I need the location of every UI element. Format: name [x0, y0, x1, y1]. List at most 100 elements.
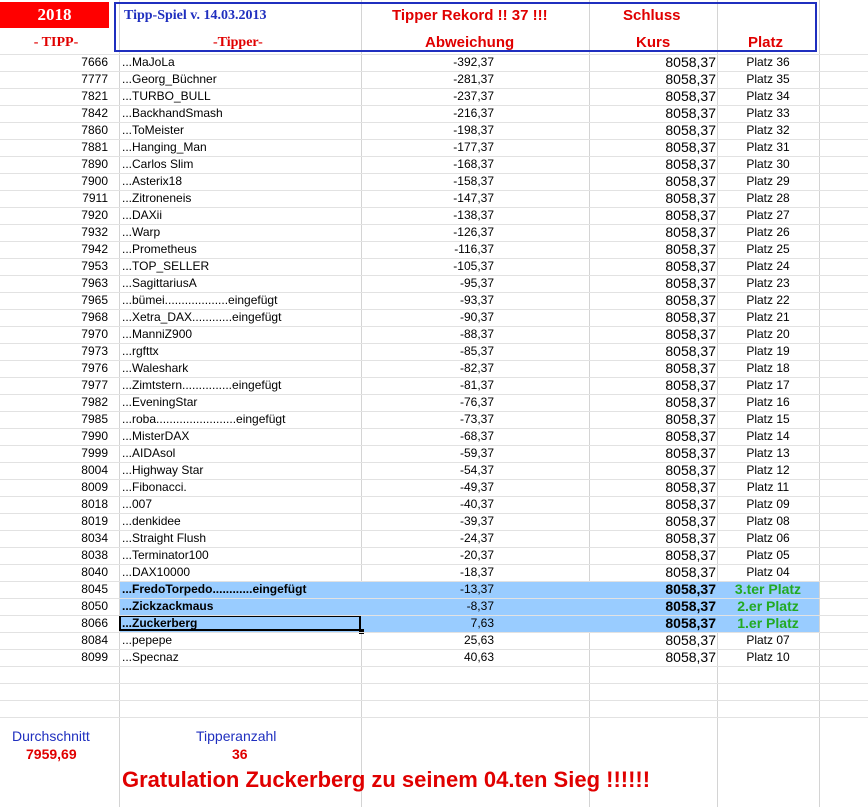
tipper-name-cell[interactable]: ...TOP_SELLER: [122, 258, 209, 275]
platz-cell[interactable]: Platz 31: [718, 139, 818, 156]
tipp-cell[interactable]: 7842: [0, 105, 108, 122]
kurs-cell[interactable]: 8058,37: [590, 377, 716, 394]
tipp-cell[interactable]: 8066: [0, 615, 108, 632]
kurs-cell[interactable]: 8058,37: [590, 394, 716, 411]
sheet-title[interactable]: Tipp-Spiel v. 14.03.2013: [124, 8, 267, 24]
platz-cell[interactable]: Platz 29: [718, 173, 818, 190]
tipper-name-cell[interactable]: ...007: [122, 496, 152, 513]
abweichung-cell[interactable]: -8,37: [362, 598, 494, 615]
tipper-name-cell[interactable]: ...Straight Flush: [122, 530, 206, 547]
kurs-cell[interactable]: 8058,37: [590, 173, 716, 190]
platz-cell[interactable]: Platz 16: [718, 394, 818, 411]
tipp-cell[interactable]: 7777: [0, 71, 108, 88]
tipper-name-cell[interactable]: ...ToMeister: [122, 122, 184, 139]
abweichung-cell[interactable]: -54,37: [362, 462, 494, 479]
platz-cell[interactable]: Platz 06: [718, 530, 818, 547]
tipp-cell[interactable]: 8084: [0, 632, 108, 649]
gratulation-message[interactable]: Gratulation Zuckerberg zu seinem 04.ten …: [122, 767, 650, 793]
tipp-cell[interactable]: 8050: [0, 598, 108, 615]
column-header-abweichung[interactable]: Abweichung: [425, 34, 514, 51]
tipper-name-cell[interactable]: ...SagittariusA: [122, 275, 197, 292]
abweichung-cell[interactable]: -49,37: [362, 479, 494, 496]
tipp-cell[interactable]: 8019: [0, 513, 108, 530]
abweichung-cell[interactable]: -18,37: [362, 564, 494, 581]
tipper-name-cell[interactable]: ...BackhandSmash: [122, 105, 223, 122]
platz-cell[interactable]: Platz 23: [718, 275, 818, 292]
abweichung-cell[interactable]: -40,37: [362, 496, 494, 513]
tipp-cell[interactable]: 8009: [0, 479, 108, 496]
abweichung-cell[interactable]: -85,37: [362, 343, 494, 360]
abweichung-cell[interactable]: -126,37: [362, 224, 494, 241]
kurs-cell[interactable]: 8058,37: [590, 122, 716, 139]
kurs-cell[interactable]: 8058,37: [590, 309, 716, 326]
platz-cell[interactable]: Platz 35: [718, 71, 818, 88]
abweichung-cell[interactable]: -105,37: [362, 258, 494, 275]
tipp-cell[interactable]: 7860: [0, 122, 108, 139]
kurs-cell[interactable]: 8058,37: [590, 496, 716, 513]
abweichung-cell[interactable]: -216,37: [362, 105, 494, 122]
tipp-cell[interactable]: 7900: [0, 173, 108, 190]
platz-cell[interactable]: Platz 30: [718, 156, 818, 173]
kurs-cell[interactable]: 8058,37: [590, 139, 716, 156]
tipp-cell[interactable]: 8038: [0, 547, 108, 564]
tipp-cell[interactable]: 7890: [0, 156, 108, 173]
abweichung-cell[interactable]: 25,63: [362, 632, 494, 649]
tipper-name-cell[interactable]: ...Specnaz: [122, 649, 179, 666]
abweichung-cell[interactable]: -138,37: [362, 207, 494, 224]
abweichung-cell[interactable]: -168,37: [362, 156, 494, 173]
kurs-cell[interactable]: 8058,37: [590, 428, 716, 445]
tipp-cell[interactable]: 7973: [0, 343, 108, 360]
kurs-cell[interactable]: 8058,37: [590, 343, 716, 360]
tipper-name-cell[interactable]: ...Zitroneneis: [122, 190, 191, 207]
year-cell[interactable]: 2018: [0, 2, 109, 28]
abweichung-cell[interactable]: -93,37: [362, 292, 494, 309]
tipper-name-cell[interactable]: ...Terminator100: [122, 547, 209, 564]
platz-cell[interactable]: 2.er Platz: [718, 598, 818, 615]
kurs-cell[interactable]: 8058,37: [590, 105, 716, 122]
tipper-name-cell[interactable]: ...MisterDAX: [122, 428, 189, 445]
tipp-cell[interactable]: 7990: [0, 428, 108, 445]
abweichung-cell[interactable]: -81,37: [362, 377, 494, 394]
kurs-cell[interactable]: 8058,37: [590, 445, 716, 462]
tipper-name-cell[interactable]: ...FredoTorpedo............eingefügt: [122, 581, 306, 598]
tipper-name-cell[interactable]: ...TURBO_BULL: [122, 88, 211, 105]
platz-cell[interactable]: Platz 33: [718, 105, 818, 122]
abweichung-cell[interactable]: -76,37: [362, 394, 494, 411]
kurs-cell[interactable]: 8058,37: [590, 241, 716, 258]
platz-cell[interactable]: Platz 25: [718, 241, 818, 258]
tipper-name-cell[interactable]: ...Asterix18: [122, 173, 182, 190]
kurs-cell[interactable]: 8058,37: [590, 530, 716, 547]
kurs-cell[interactable]: 8058,37: [590, 649, 716, 666]
tipp-cell[interactable]: 7968: [0, 309, 108, 326]
tipper-name-cell[interactable]: ...Xetra_DAX............eingefügt: [122, 309, 281, 326]
kurs-cell[interactable]: 8058,37: [590, 513, 716, 530]
tipper-name-cell[interactable]: ...DAX10000: [122, 564, 190, 581]
kurs-cell[interactable]: 8058,37: [590, 88, 716, 105]
abweichung-cell[interactable]: -13,37: [362, 581, 494, 598]
platz-cell[interactable]: Platz 09: [718, 496, 818, 513]
tipper-name-cell[interactable]: ...EveningStar: [122, 394, 197, 411]
platz-cell[interactable]: Platz 11: [718, 479, 818, 496]
tipper-name-cell[interactable]: ...Prometheus: [122, 241, 197, 258]
column-header-kurs[interactable]: Kurs: [636, 34, 670, 51]
platz-cell[interactable]: Platz 05: [718, 547, 818, 564]
tipp-cell[interactable]: 7976: [0, 360, 108, 377]
platz-cell[interactable]: Platz 18: [718, 360, 818, 377]
tipp-cell[interactable]: 7965: [0, 292, 108, 309]
platz-cell[interactable]: Platz 22: [718, 292, 818, 309]
kurs-cell[interactable]: 8058,37: [590, 71, 716, 88]
durchschnitt-value[interactable]: 7959,69: [26, 746, 77, 762]
tipper-name-cell[interactable]: ...AIDAsol: [122, 445, 175, 462]
kurs-cell[interactable]: 8058,37: [590, 190, 716, 207]
abweichung-cell[interactable]: -198,37: [362, 122, 494, 139]
tipp-cell[interactable]: 7932: [0, 224, 108, 241]
tipp-cell[interactable]: 7942: [0, 241, 108, 258]
kurs-cell[interactable]: 8058,37: [590, 292, 716, 309]
platz-cell[interactable]: Platz 28: [718, 190, 818, 207]
tipper-name-cell[interactable]: ...DAXii: [122, 207, 162, 224]
platz-cell[interactable]: Platz 32: [718, 122, 818, 139]
tipp-cell[interactable]: 8099: [0, 649, 108, 666]
platz-cell[interactable]: 3.ter Platz: [718, 581, 818, 598]
tipp-cell[interactable]: 7953: [0, 258, 108, 275]
tipper-name-cell[interactable]: ...Highway Star: [122, 462, 203, 479]
